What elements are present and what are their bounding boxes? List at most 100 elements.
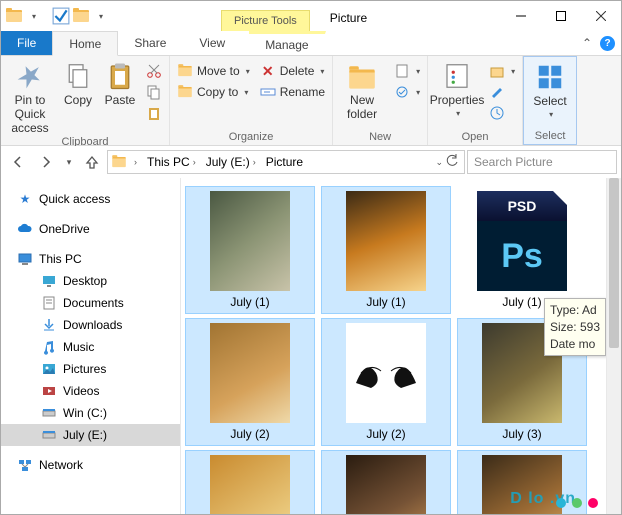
- delete-button[interactable]: ✕ Delete ▾: [257, 62, 328, 80]
- refresh-icon[interactable]: [445, 154, 459, 171]
- paste-shortcut-button[interactable]: [143, 104, 165, 122]
- ribbon: Pin to Quick access Copy Paste Clipboard: [1, 56, 621, 146]
- navigation-tree[interactable]: ★ Quick access OneDrive This PC Desktop …: [1, 178, 181, 514]
- breadcrumb-sep[interactable]: ›: [130, 155, 141, 169]
- close-button[interactable]: [581, 1, 621, 31]
- tree-downloads[interactable]: Downloads: [1, 314, 180, 336]
- tree-label: Pictures: [63, 362, 106, 376]
- tree-desktop[interactable]: Desktop: [1, 270, 180, 292]
- videos-icon: [41, 383, 57, 399]
- tree-music[interactable]: Music: [1, 336, 180, 358]
- breadcrumb-picture[interactable]: Picture: [262, 153, 307, 171]
- tooltip-line: Date mo: [550, 336, 600, 353]
- file-item[interactable]: July (4): [185, 450, 315, 514]
- new-folder-button[interactable]: New folder: [337, 59, 387, 121]
- tree-onedrive[interactable]: OneDrive: [1, 218, 180, 240]
- file-name: July (1): [366, 295, 405, 309]
- checkbox-icon[interactable]: [52, 7, 70, 25]
- explorer-body: ★ Quick access OneDrive This PC Desktop …: [1, 178, 621, 514]
- folder-icon: [5, 7, 23, 25]
- copy-path-button[interactable]: [143, 83, 165, 101]
- tree-label: Downloads: [63, 318, 122, 332]
- forward-button[interactable]: [33, 149, 59, 175]
- image-thumbnail: [210, 191, 290, 291]
- tab-share[interactable]: Share: [118, 31, 183, 55]
- network-icon: [17, 457, 33, 473]
- group-label-new: New: [337, 130, 423, 143]
- select-button[interactable]: Select ▾: [528, 60, 572, 119]
- qa-dropdown-icon[interactable]: ▾: [25, 7, 43, 25]
- up-button[interactable]: [79, 149, 105, 175]
- image-thumbnail: [482, 455, 562, 514]
- tree-network[interactable]: Network: [1, 454, 180, 476]
- new-folder-label: New folder: [337, 93, 387, 121]
- group-label-organize: Organize: [174, 130, 328, 143]
- tree-videos[interactable]: Videos: [1, 380, 180, 402]
- file-item[interactable]: July (5): [321, 450, 451, 514]
- file-item[interactable]: July (2): [185, 318, 315, 446]
- file-item[interactable]: July (2): [321, 318, 451, 446]
- downloads-icon: [41, 317, 57, 333]
- delete-label: Delete: [280, 64, 315, 78]
- pin-label: Pin to Quick access: [5, 93, 55, 135]
- breadcrumb-this-pc[interactable]: This PC›: [143, 153, 200, 171]
- tree-quick-access[interactable]: ★ Quick access: [1, 188, 180, 210]
- properties-button[interactable]: Properties ▾: [432, 59, 482, 118]
- context-tab-picture-tools[interactable]: Picture Tools: [221, 10, 310, 31]
- recent-locations-button[interactable]: ▾: [61, 149, 77, 175]
- file-item[interactable]: July (1): [321, 186, 451, 314]
- ribbon-group-new: New folder ▾ ▾ New: [333, 56, 428, 145]
- pin-to-quick-access-button[interactable]: Pin to Quick access: [5, 59, 55, 135]
- folder-icon: [110, 153, 128, 171]
- edit-button[interactable]: [486, 83, 518, 101]
- copy-button[interactable]: Copy: [59, 59, 97, 107]
- search-input[interactable]: Search Picture: [467, 150, 617, 174]
- scrollbar-thumb[interactable]: [609, 178, 619, 348]
- breadcrumb-july-e[interactable]: July (E:)›: [202, 153, 260, 171]
- tree-label: Videos: [63, 384, 99, 398]
- file-item[interactable]: PSDPsJuly (1): [457, 186, 587, 314]
- paste-button[interactable]: Paste: [101, 59, 139, 107]
- tree-label: Music: [63, 340, 94, 354]
- tree-pictures[interactable]: Pictures: [1, 358, 180, 380]
- ribbon-group-clipboard: Pin to Quick access Copy Paste Clipboard: [1, 56, 170, 145]
- tree-label: Desktop: [63, 274, 107, 288]
- paste-label: Paste: [105, 93, 136, 107]
- tab-file[interactable]: File: [1, 31, 52, 55]
- back-button[interactable]: [5, 149, 31, 175]
- vertical-scrollbar[interactable]: [606, 178, 621, 514]
- tree-this-pc[interactable]: This PC: [1, 248, 180, 270]
- collapse-ribbon-icon[interactable]: ⌃: [582, 36, 592, 50]
- tab-home[interactable]: Home: [52, 31, 118, 56]
- tab-view[interactable]: View: [183, 31, 242, 55]
- tree-label: Quick access: [39, 192, 110, 206]
- easy-access-button[interactable]: ▾: [391, 83, 423, 101]
- cut-button[interactable]: [143, 62, 165, 80]
- help-icon[interactable]: ?: [600, 36, 615, 51]
- qa-dropdown-icon[interactable]: ▾: [92, 7, 110, 25]
- history-button[interactable]: [486, 104, 518, 122]
- tree-win-c[interactable]: Win (C:): [1, 402, 180, 424]
- rename-button[interactable]: Rename: [257, 83, 328, 101]
- address-dropdown-icon[interactable]: ⌄: [435, 157, 443, 168]
- address-bar[interactable]: › This PC› July (E:)› Picture ⌄: [107, 150, 465, 174]
- maximize-button[interactable]: [541, 1, 581, 31]
- ribbon-group-organize: Move to ▾ Copy to ▾ ✕ Delete ▾ Rename: [170, 56, 333, 145]
- content-pane[interactable]: July (1)July (1)PSDPsJuly (1)July (2)Jul…: [181, 178, 606, 514]
- new-item-button[interactable]: ▾: [391, 62, 423, 80]
- tab-manage[interactable]: Manage: [249, 31, 325, 55]
- tree-label: OneDrive: [39, 222, 90, 236]
- file-item[interactable]: July (1): [185, 186, 315, 314]
- copy-to-button[interactable]: Copy to ▾: [174, 83, 253, 101]
- move-to-button[interactable]: Move to ▾: [174, 62, 253, 80]
- tree-documents[interactable]: Documents: [1, 292, 180, 314]
- copy-label: Copy: [64, 93, 92, 107]
- tree-july-e[interactable]: July (E:): [1, 424, 180, 446]
- address-bar-row: ▾ › This PC› July (E:)› Picture ⌄ Search…: [1, 146, 621, 178]
- folder-icon[interactable]: [72, 7, 90, 25]
- desktop-icon: [41, 273, 57, 289]
- open-button[interactable]: ▾: [486, 62, 518, 80]
- minimize-button[interactable]: [501, 1, 541, 31]
- title-bar: ▾ ▾ Picture Tools Picture: [1, 1, 621, 31]
- group-label-open: Open: [432, 130, 518, 143]
